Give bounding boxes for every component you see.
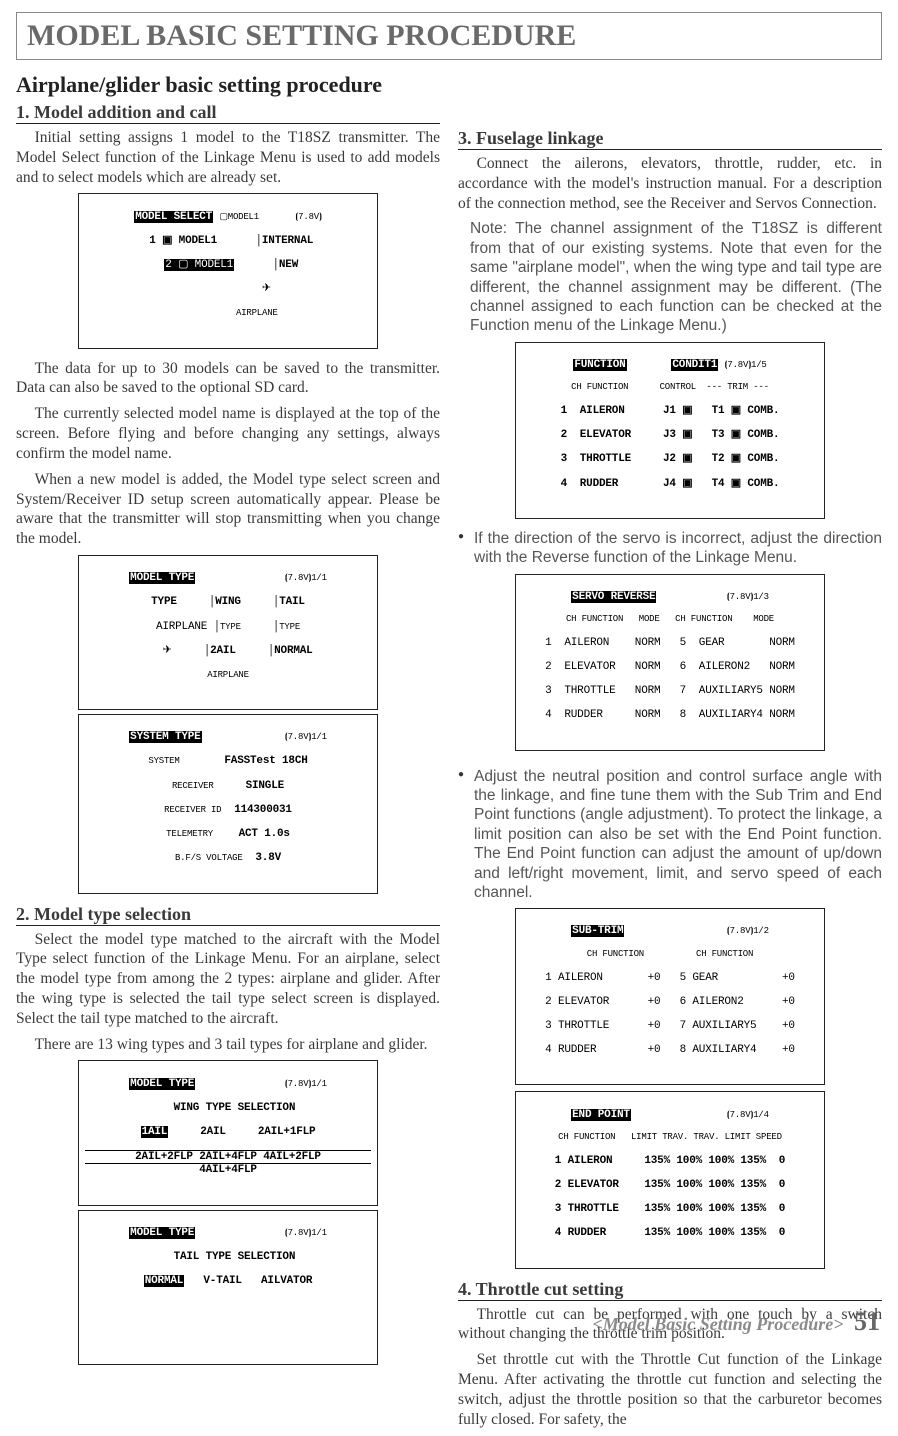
- lcd-model-type: MODEL TYPE ⦗7.8V⦘1/1 TYPE │WING │TAIL AI…: [78, 555, 378, 710]
- section-1-para-1: Initial setting assigns 1 model to the T…: [16, 128, 440, 187]
- section-3-bullet-2: Adjust the neutral position and control …: [458, 767, 882, 903]
- right-column: 3. Fuselage linkage Connect the ailerons…: [458, 100, 882, 1436]
- section-1-para-4: When a new model is added, the Model typ…: [16, 470, 440, 549]
- section-4-heading: 4. Throttle cut setting: [458, 1279, 882, 1301]
- page-footer: <Model Basic Setting Procedure> 51: [592, 1307, 880, 1337]
- section-3-note: Note: The channel assignment of the T18S…: [470, 219, 882, 335]
- two-column-layout: 1. Model addition and call Initial setti…: [16, 100, 882, 1436]
- lcd-model-select: MODEL SELECT ▢MODEL1 ⦗7.8V⦘ 1 ▣ MODEL1 │…: [78, 193, 378, 348]
- left-column: 1. Model addition and call Initial setti…: [16, 100, 440, 1436]
- section-3-para-1: Connect the ailerons, elevators, throttl…: [458, 154, 882, 213]
- lcd-function: FUNCTION CONDIT1 ⦗7.8V⦘1/5 CH FUNCTION C…: [515, 342, 825, 519]
- lcd-servo-reverse: SERVO REVERSE ⦗7.8V⦘1/3 CH FUNCTION MODE…: [515, 574, 825, 751]
- section-3-heading: 3. Fuselage linkage: [458, 128, 882, 150]
- lcd-sub-trim: SUB-TRIM ⦗7.8V⦘1/2 CH FUNCTION CH FUNCTI…: [515, 908, 825, 1085]
- section-1-para-2: The data for up to 30 models can be save…: [16, 359, 440, 399]
- lcd-end-point: END POINT ⦗7.8V⦘1/4 CH FUNCTION LIMIT TR…: [515, 1091, 825, 1268]
- airplane-icon: ✈: [163, 645, 172, 657]
- page-main-title: MODEL BASIC SETTING PROCEDURE: [16, 12, 882, 60]
- section-4-para-2: Set throttle cut with the Throttle Cut f…: [458, 1350, 882, 1429]
- footer-label: <Model Basic Setting Procedure>: [592, 1314, 843, 1334]
- section-3-bullet-1: If the direction of the servo is incorre…: [458, 529, 882, 568]
- section-2-para-2: There are 13 wing types and 3 tail types…: [16, 1035, 440, 1055]
- lcd-wing-selection: MODEL TYPE ⦗7.8V⦘1/1 WING TYPE SELECTION…: [78, 1060, 378, 1205]
- lcd-system-type: SYSTEM TYPE ⦗7.8V⦘1/1 SYSTEM FASSTest 18…: [78, 714, 378, 893]
- section-2-para-1: Select the model type matched to the air…: [16, 930, 440, 1029]
- airplane-icon: ✈: [262, 283, 271, 295]
- section-2-heading: 2. Model type selection: [16, 904, 440, 926]
- section-1-para-3: The currently selected model name is dis…: [16, 404, 440, 463]
- section-1-heading: 1. Model addition and call: [16, 102, 440, 124]
- page-number: 51: [854, 1307, 880, 1336]
- lcd-tail-selection: MODEL TYPE ⦗7.8V⦘1/1 TAIL TYPE SELECTION…: [78, 1210, 378, 1365]
- page-sub-title: Airplane/glider basic setting procedure: [16, 72, 882, 98]
